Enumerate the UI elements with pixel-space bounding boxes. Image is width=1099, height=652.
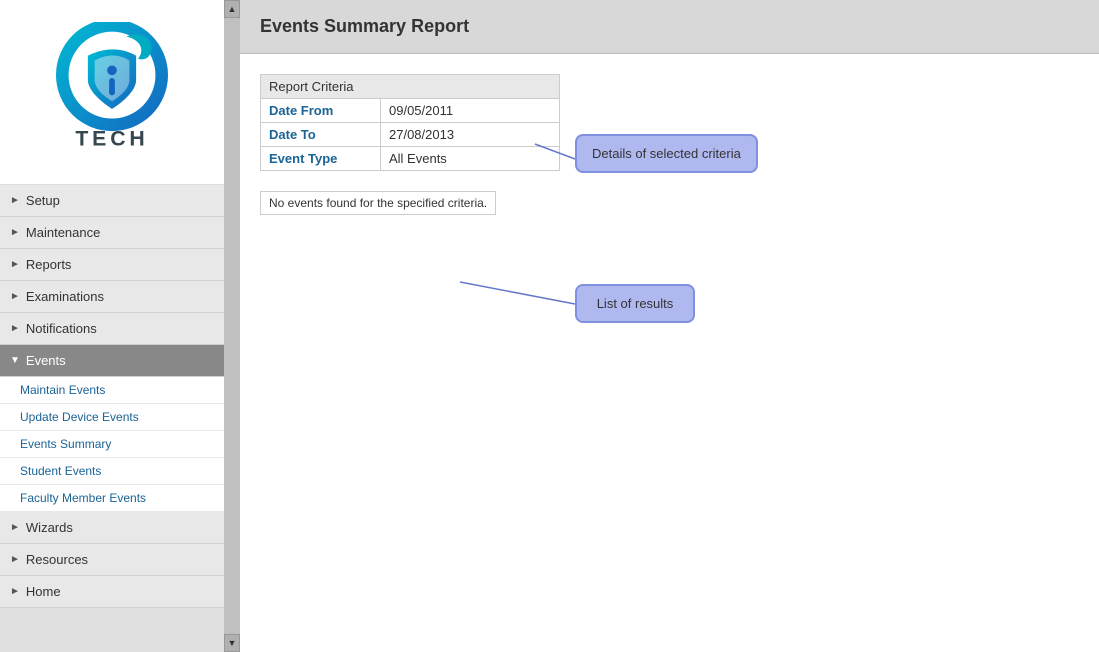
event-type-label: Event Type xyxy=(261,147,381,171)
sidebar-item-resources[interactable]: ► Resources xyxy=(0,544,224,576)
sidebar-item-label: Resources xyxy=(26,552,88,567)
table-row: Event Type All Events xyxy=(261,147,560,171)
results-annotation: List of results xyxy=(575,284,695,323)
expand-arrow-icon: ► xyxy=(10,195,20,206)
expand-arrow-icon: ► xyxy=(10,554,20,565)
sidebar-item-label: Reports xyxy=(26,257,72,272)
criteria-annotation: Details of selected criteria xyxy=(575,134,758,173)
date-to-value: 27/08/2013 xyxy=(381,123,560,147)
sidebar-item-setup[interactable]: ► Setup xyxy=(0,185,224,217)
sidebar-nav: TECH ► Setup ► Maintenance ► Reports ► E… xyxy=(0,0,224,652)
table-row: Date From 09/05/2011 xyxy=(261,99,560,123)
expand-arrow-icon: ► xyxy=(10,259,20,270)
sidebar-item-label: Maintenance xyxy=(26,225,100,240)
main-content: Events Summary Report Report Criteria Da… xyxy=(240,0,1099,652)
page-header: Events Summary Report xyxy=(240,0,1099,54)
scroll-up-button[interactable]: ▲ xyxy=(224,0,240,18)
sidebar-item-examinations[interactable]: ► Examinations xyxy=(0,281,224,313)
no-results-message: No events found for the specified criter… xyxy=(260,191,496,215)
sidebar-subitem-maintain-events[interactable]: Maintain Events xyxy=(0,377,224,404)
expand-arrow-icon: ► xyxy=(10,227,20,238)
app-logo: TECH xyxy=(32,22,192,162)
date-to-label: Date To xyxy=(261,123,381,147)
sidebar-item-events[interactable]: ▼ Events xyxy=(0,345,224,377)
sidebar-item-home[interactable]: ► Home xyxy=(0,576,224,608)
sidebar-item-label: Wizards xyxy=(26,520,73,535)
sidebar-subitem-update-device-events[interactable]: Update Device Events xyxy=(0,404,224,431)
page-title: Events Summary Report xyxy=(260,16,469,36)
sidebar-item-maintenance[interactable]: ► Maintenance xyxy=(0,217,224,249)
report-criteria-header: Report Criteria xyxy=(261,75,560,99)
expand-arrow-icon: ► xyxy=(10,586,20,597)
nav-menu: ► Setup ► Maintenance ► Reports ► Examin… xyxy=(0,185,224,652)
sidebar-item-label: Examinations xyxy=(26,289,104,304)
collapse-arrow-icon: ▼ xyxy=(10,355,20,366)
expand-arrow-icon: ► xyxy=(10,522,20,533)
results-annotation-text: List of results xyxy=(597,296,674,311)
sidebar-subitem-events-summary[interactable]: Events Summary xyxy=(0,431,224,458)
sidebar-item-label: Events xyxy=(26,353,66,368)
criteria-annotation-box: Details of selected criteria xyxy=(575,134,758,173)
event-type-value: All Events xyxy=(381,147,560,171)
sidebar-subitem-faculty-events[interactable]: Faculty Member Events xyxy=(0,485,224,512)
date-from-value: 09/05/2011 xyxy=(381,99,560,123)
results-area: No events found for the specified criter… xyxy=(260,191,1079,215)
svg-text:TECH: TECH xyxy=(75,127,148,151)
logo-area: TECH xyxy=(0,0,224,185)
criteria-annotation-text: Details of selected criteria xyxy=(592,146,741,161)
sidebar-item-notifications[interactable]: ► Notifications xyxy=(0,313,224,345)
table-row: Date To 27/08/2013 xyxy=(261,123,560,147)
date-from-label: Date From xyxy=(261,99,381,123)
report-criteria-table: Report Criteria Date From 09/05/2011 Dat… xyxy=(260,74,560,171)
sidebar-item-reports[interactable]: ► Reports xyxy=(0,249,224,281)
sidebar-item-label: Home xyxy=(26,584,61,599)
results-annotation-box: List of results xyxy=(575,284,695,323)
expand-arrow-icon: ► xyxy=(10,291,20,302)
sidebar-item-wizards[interactable]: ► Wizards xyxy=(0,512,224,544)
sidebar-scrollbar: ▲ ▼ xyxy=(224,0,240,652)
events-subitems: Maintain Events Update Device Events Eve… xyxy=(0,377,224,512)
sidebar-wrapper: TECH ► Setup ► Maintenance ► Reports ► E… xyxy=(0,0,240,652)
sidebar-item-label: Setup xyxy=(26,193,60,208)
content-area: Report Criteria Date From 09/05/2011 Dat… xyxy=(240,54,1099,652)
expand-arrow-icon: ► xyxy=(10,323,20,334)
sidebar-item-label: Notifications xyxy=(26,321,97,336)
scroll-down-button[interactable]: ▼ xyxy=(224,634,240,652)
sidebar-subitem-student-events[interactable]: Student Events xyxy=(0,458,224,485)
